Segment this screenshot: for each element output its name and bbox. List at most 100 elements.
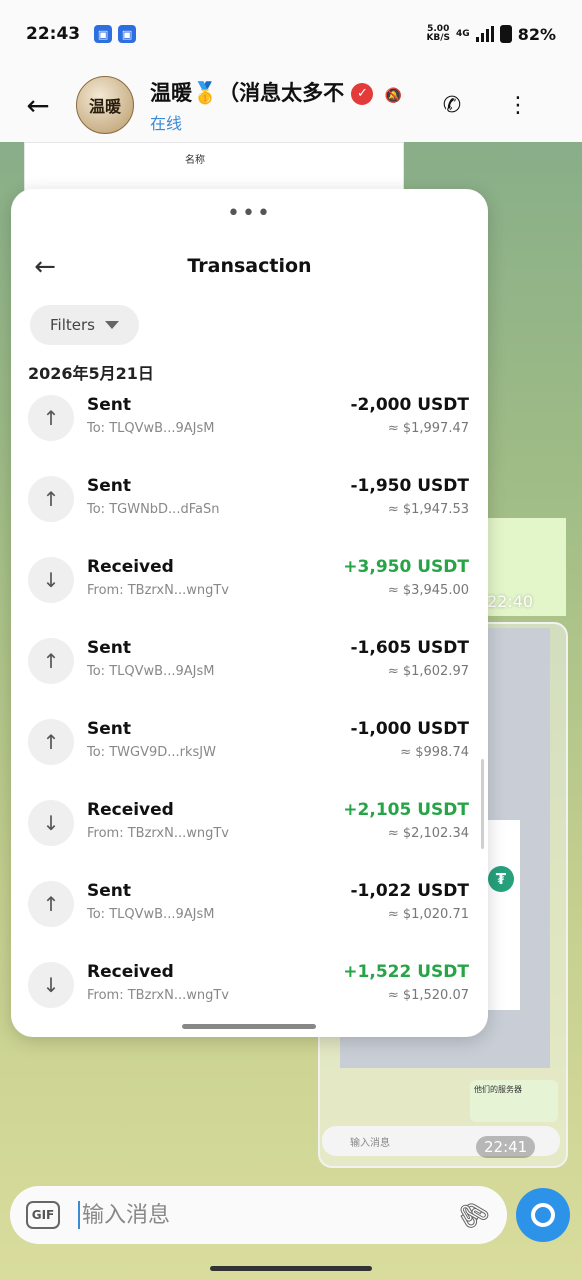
arrow-up-icon: ↑: [28, 638, 74, 684]
chat-title-area[interactable]: 温暖🥇（消息太多不 ✓ 🔕 在线: [150, 77, 412, 134]
transaction-address: To: TLQVwB...9AJsM: [87, 907, 215, 922]
arrow-left-icon: ←: [26, 88, 50, 122]
transaction-address: From: TBzrxN...wngTv: [87, 583, 229, 598]
arrow-down-icon: ↓: [28, 962, 74, 1008]
camera-icon: [531, 1203, 555, 1227]
network-speed-unit: KB/S: [426, 33, 451, 43]
transaction-fiat-value: ≈ $3,945.00: [387, 583, 469, 598]
transaction-fiat-value: ≈ $998.74: [400, 745, 469, 760]
transaction-address: To: TLQVwB...9AJsM: [87, 664, 215, 679]
transaction-row[interactable]: ↓ Received From: TBzrxN...wngTv +2,105 U…: [11, 790, 488, 871]
transaction-address: To: TGWNbD...dFaSn: [87, 502, 220, 517]
transaction-row[interactable]: ↑ Sent To: TLQVwB...9AJsM -1,022 USDT ≈ …: [11, 871, 488, 952]
call-button[interactable]: ✆: [430, 83, 474, 127]
status-bar: 22:43 ▣ ▣ 5.00 KB/S 4G 82%: [0, 0, 582, 68]
image-inner-bubble: 他们的服务器: [470, 1080, 558, 1122]
transaction-fiat-value: ≈ $1,947.53: [387, 502, 469, 517]
transaction-fiat-value: ≈ $2,102.34: [387, 826, 469, 841]
transaction-fiat-value: ≈ $1,997.47: [387, 421, 469, 436]
app-notification-icon: ▣: [94, 25, 113, 43]
filters-label: Filters: [50, 316, 95, 334]
transaction-amount: +1,522 USDT: [343, 962, 469, 982]
transaction-type: Received: [87, 962, 174, 982]
sheet-scrollbar[interactable]: [481, 759, 484, 849]
network-type: 4G: [456, 29, 470, 39]
sheet-title: Transaction: [187, 255, 312, 277]
avatar-text: 温暖: [88, 97, 121, 116]
vertical-dots-icon: ⋮: [507, 92, 529, 118]
message-input[interactable]: [82, 1202, 449, 1228]
message-time: 22:41: [476, 1136, 536, 1158]
transaction-row[interactable]: ↑ Sent To: TLQVwB...9AJsM -2,000 USDT ≈ …: [11, 385, 488, 466]
filters-button[interactable]: Filters: [30, 305, 139, 345]
avatar[interactable]: 温暖: [76, 76, 134, 134]
transaction-amount: +3,950 USDT: [343, 557, 469, 577]
transaction-amount: -1,605 USDT: [350, 638, 469, 658]
transaction-type: Received: [87, 557, 174, 577]
arrow-up-icon: ↑: [28, 476, 74, 522]
transaction-amount: -1,950 USDT: [350, 476, 469, 496]
arrow-up-icon: ↑: [28, 719, 74, 765]
transaction-row[interactable]: ↑ Sent To: TGWNbD...dFaSn -1,950 USDT ≈ …: [11, 466, 488, 547]
image-inner-bubble-text: 他们的服务器: [474, 1085, 522, 1094]
app-notification-icon: ▣: [118, 25, 137, 43]
transaction-fiat-value: ≈ $1,602.97: [387, 664, 469, 679]
transaction-sheet: ••• ← Transaction Filters 2026年5月21日 ↑ S…: [11, 189, 488, 1037]
network-speed: 5.00 KB/S: [426, 25, 450, 43]
transaction-type: Sent: [87, 719, 132, 739]
caret-down-icon: [104, 321, 119, 329]
mute-icon: 🔕: [384, 87, 403, 104]
transaction-address: To: TLQVwB...9AJsM: [87, 421, 215, 436]
paperclip-icon[interactable]: 🖇: [439, 1181, 507, 1249]
message-time: 22:40: [487, 592, 534, 611]
status-indicators: 5.00 KB/S 4G 82%: [426, 25, 556, 44]
transaction-type: Sent: [87, 881, 132, 901]
transaction-address: To: TWGV9D...rksJW: [87, 745, 216, 760]
more-menu-button[interactable]: ⋮: [496, 83, 540, 127]
verified-badge-icon: ✓: [351, 82, 374, 105]
message-input-bar: GIF 🖇: [10, 1186, 507, 1244]
camera-button[interactable]: [516, 1188, 570, 1242]
signal-icon: [475, 26, 494, 42]
transaction-fiat-value: ≈ $1,020.71: [387, 907, 469, 922]
arrow-down-icon: ↓: [28, 557, 74, 603]
sheet-more-icon[interactable]: •••: [11, 203, 488, 225]
transaction-fiat-value: ≈ $1,520.07: [387, 988, 469, 1003]
transaction-amount: -2,000 USDT: [350, 395, 469, 415]
phone-icon: ✆: [442, 92, 462, 118]
arrow-up-icon: ↑: [28, 395, 74, 441]
back-button[interactable]: ←: [0, 68, 76, 142]
sheet-home-indicator: [182, 1024, 316, 1029]
tether-logo-icon: ₮: [488, 866, 514, 892]
transaction-type: Sent: [87, 476, 132, 496]
transaction-address: From: TBzrxN...wngTv: [87, 826, 229, 841]
gif-button[interactable]: GIF: [26, 1201, 60, 1229]
transaction-row[interactable]: ↑ Sent To: TLQVwB...9AJsM -1,605 USDT ≈ …: [11, 628, 488, 709]
chat-header: ← 温暖 温暖🥇（消息太多不 ✓ 🔕 在线 ✆ ⋮: [0, 68, 582, 142]
arrow-up-icon: ↑: [28, 881, 74, 927]
transaction-amount: -1,000 USDT: [350, 719, 469, 739]
transaction-amount: +2,105 USDT: [343, 800, 469, 820]
status-app-icons: ▣ ▣: [94, 25, 137, 43]
transaction-type: Received: [87, 800, 174, 820]
text-cursor: [78, 1201, 80, 1229]
battery-icon: [499, 25, 512, 43]
image-inner-input-text: 输入消息: [350, 1137, 390, 1149]
status-time: 22:43: [26, 24, 81, 44]
battery-level: 82%: [517, 24, 556, 44]
chat-title-row: 温暖🥇（消息太多不 ✓ 🔕: [150, 77, 412, 107]
chat-title: 温暖🥇（消息太多不: [150, 80, 345, 105]
transaction-row[interactable]: ↑ Sent To: TWGV9D...rksJW -1,000 USDT ≈ …: [11, 709, 488, 790]
date-header: 2026年5月21日: [28, 364, 154, 383]
navigation-handle[interactable]: [210, 1266, 372, 1271]
transaction-amount: -1,022 USDT: [350, 881, 469, 901]
transaction-type: Sent: [87, 638, 132, 658]
transaction-type: Sent: [87, 395, 132, 415]
transaction-list: ↑ Sent To: TLQVwB...9AJsM -2,000 USDT ≈ …: [11, 385, 488, 1033]
image-table-header: 名称: [185, 155, 205, 166]
transaction-row[interactable]: ↓ Received From: TBzrxN...wngTv +1,522 U…: [11, 952, 488, 1033]
chat-status: 在线: [150, 113, 183, 133]
arrow-down-icon: ↓: [28, 800, 74, 846]
transaction-address: From: TBzrxN...wngTv: [87, 988, 229, 1003]
transaction-row[interactable]: ↓ Received From: TBzrxN...wngTv +3,950 U…: [11, 547, 488, 628]
